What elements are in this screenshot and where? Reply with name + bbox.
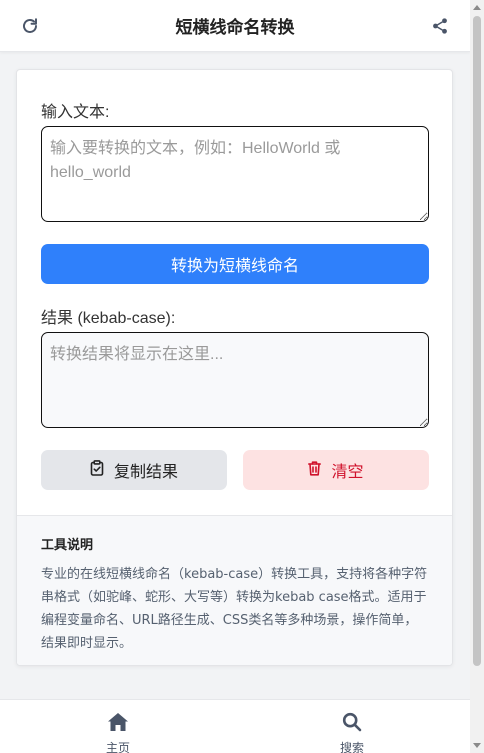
convert-button[interactable]: 转换为短横线命名	[41, 244, 429, 284]
clipboard-icon	[90, 460, 104, 480]
nav-label-search: 搜索	[339, 741, 364, 753]
scrollbar-thumb[interactable]	[473, 16, 481, 666]
copy-result-button[interactable]: 复制结果	[41, 450, 227, 490]
input-label: 输入文本:	[41, 104, 110, 121]
search-icon	[342, 712, 362, 737]
nav-item-search[interactable]: 搜索	[322, 712, 382, 753]
tool-description: 工具说明 专业的在线短横线命名（kebab-case）转换工具，支持将各种字符串…	[17, 515, 452, 665]
home-icon	[107, 712, 129, 737]
clear-label: 清空	[331, 462, 364, 481]
scroll-up-arrow-icon[interactable]	[473, 5, 481, 10]
copy-result-label: 复制结果	[113, 462, 178, 481]
scroll-down-arrow-icon[interactable]	[473, 743, 481, 748]
share-icon[interactable]	[428, 14, 452, 38]
trash-icon	[308, 460, 322, 480]
top-bar: 短横线命名转换	[0, 0, 470, 52]
converter-card: 输入文本: 转换为短横线命名 结果 (kebab-case): 复制结果	[16, 69, 453, 666]
clear-button[interactable]: 清空	[243, 450, 429, 490]
page-title: 短横线命名转换	[175, 18, 295, 38]
result-textarea[interactable]	[41, 332, 429, 428]
action-buttons: 复制结果 清空	[41, 450, 429, 490]
description-title: 工具说明	[41, 538, 94, 553]
nav-label-home: 主页	[105, 741, 130, 753]
nav-item-home[interactable]: 主页	[88, 712, 148, 753]
refresh-icon[interactable]	[18, 14, 42, 38]
bottom-nav: 主页 搜索	[0, 699, 470, 753]
result-label: 结果 (kebab-case):	[41, 310, 176, 327]
converter-form: 输入文本: 转换为短横线命名 结果 (kebab-case): 复制结果	[17, 70, 452, 515]
description-text: 专业的在线短横线命名（kebab-case）转换工具，支持将各种字符串格式（如驼…	[41, 567, 428, 651]
input-textarea[interactable]	[41, 126, 429, 222]
vertical-scrollbar[interactable]	[470, 0, 484, 753]
app-root: 短横线命名转换 输入文本: 转换为短横线命名 结果 (kebab-case):	[0, 0, 484, 753]
